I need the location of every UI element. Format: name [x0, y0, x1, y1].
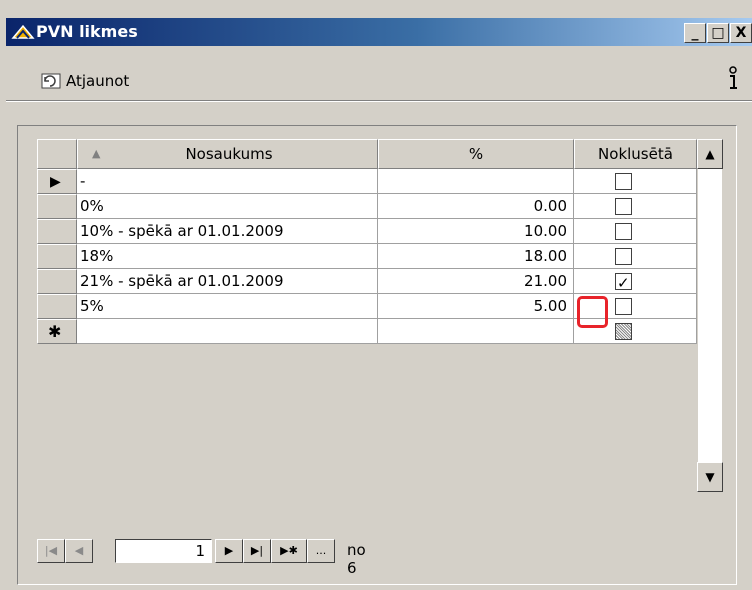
- column-header-name-label: Nosaukums: [185, 145, 273, 163]
- checkbox-highlight: [577, 296, 608, 328]
- name-cell[interactable]: 10% - spēkā ar 01.01.2009: [77, 219, 378, 244]
- default-checkbox[interactable]: [615, 271, 632, 293]
- percent-cell[interactable]: 0.00: [378, 194, 574, 219]
- name-cell[interactable]: 5%: [77, 294, 378, 319]
- percent-cell[interactable]: 18.00: [378, 244, 574, 269]
- default-cell[interactable]: [574, 169, 697, 194]
- table-row[interactable]: ▶ -: [37, 169, 697, 194]
- row-selector[interactable]: [37, 294, 77, 319]
- sort-ascending-icon: ▲: [92, 147, 101, 160]
- percent-cell[interactable]: 5.00: [378, 294, 574, 319]
- default-cell[interactable]: [574, 244, 697, 269]
- column-header-percent-label: %: [468, 145, 484, 163]
- name-cell[interactable]: 18%: [77, 244, 378, 269]
- grid-header: ▲ Nosaukums % Noklusētā: [37, 139, 697, 169]
- header-selector: [37, 139, 77, 169]
- column-header-default[interactable]: Noklusētā: [574, 139, 697, 169]
- default-checkbox[interactable]: [615, 248, 632, 265]
- default-checkbox[interactable]: [615, 298, 632, 315]
- column-header-default-label: Noklusētā: [598, 145, 673, 163]
- more-button[interactable]: ...: [307, 539, 335, 563]
- record-count-label: no 6: [347, 541, 366, 577]
- default-checkbox[interactable]: [615, 173, 632, 190]
- row-selector[interactable]: [37, 194, 77, 219]
- table-row[interactable]: 10% - spēkā ar 01.01.2009 10.00: [37, 219, 697, 244]
- column-header-name[interactable]: ▲ Nosaukums: [77, 139, 378, 169]
- table-row[interactable]: 0% 0.00: [37, 194, 697, 219]
- row-selector[interactable]: [37, 219, 77, 244]
- table-row[interactable]: 21% - spēkā ar 01.01.2009 21.00: [37, 269, 697, 294]
- column-header-percent[interactable]: %: [378, 139, 574, 169]
- window-title: PVN likmes: [36, 22, 138, 41]
- default-checkbox[interactable]: [615, 223, 632, 240]
- new-record-button[interactable]: ▶✱: [271, 539, 307, 563]
- previous-record-button[interactable]: ◀: [65, 539, 93, 563]
- toolbar-separator-highlight: [6, 101, 752, 102]
- percent-cell[interactable]: 10.00: [378, 219, 574, 244]
- new-row-selector[interactable]: ✱: [37, 319, 77, 344]
- maximize-button[interactable]: □: [707, 23, 729, 43]
- row-selector[interactable]: [37, 269, 77, 294]
- name-cell[interactable]: 0%: [77, 194, 378, 219]
- default-checkbox[interactable]: [615, 198, 632, 215]
- row-selector[interactable]: ▶: [37, 169, 77, 194]
- percent-cell[interactable]: [378, 169, 574, 194]
- next-record-button[interactable]: ▶: [215, 539, 243, 563]
- title-bar[interactable]: PVN likmes _ □ X: [6, 18, 752, 46]
- refresh-button[interactable]: Atjaunot: [40, 70, 129, 92]
- current-row-icon: ▶: [50, 174, 61, 190]
- record-number-input[interactable]: 1: [115, 539, 212, 563]
- row-selector[interactable]: [37, 244, 77, 269]
- pvn-window: PVN likmes _ □ X Atjaunot ▲ Nosaukums %: [0, 0, 752, 590]
- first-record-button[interactable]: |◀: [37, 539, 65, 563]
- scroll-down-button[interactable]: ▼: [697, 462, 723, 492]
- refresh-icon: [41, 73, 61, 89]
- name-cell[interactable]: -: [77, 169, 378, 194]
- table-row[interactable]: 18% 18.00: [37, 244, 697, 269]
- name-cell[interactable]: 21% - spēkā ar 01.01.2009: [77, 269, 378, 294]
- vertical-scrollbar[interactable]: ▲ ▼: [697, 139, 723, 492]
- default-cell[interactable]: [574, 194, 697, 219]
- percent-cell[interactable]: 21.00: [378, 269, 574, 294]
- name-cell[interactable]: [77, 319, 378, 344]
- scroll-up-button[interactable]: ▲: [697, 139, 723, 169]
- close-button[interactable]: X: [730, 23, 752, 43]
- default-cell[interactable]: [574, 219, 697, 244]
- app-icon: [11, 24, 35, 39]
- scroll-track[interactable]: [697, 169, 723, 462]
- percent-cell[interactable]: [378, 319, 574, 344]
- minimize-button[interactable]: _: [684, 23, 706, 43]
- new-row-icon: ✱: [48, 322, 62, 341]
- refresh-label: Atjaunot: [66, 72, 130, 90]
- info-icon[interactable]: [725, 66, 741, 92]
- last-record-button[interactable]: ▶|: [243, 539, 271, 563]
- default-checkbox-disabled: [615, 323, 632, 340]
- default-cell[interactable]: [574, 269, 697, 294]
